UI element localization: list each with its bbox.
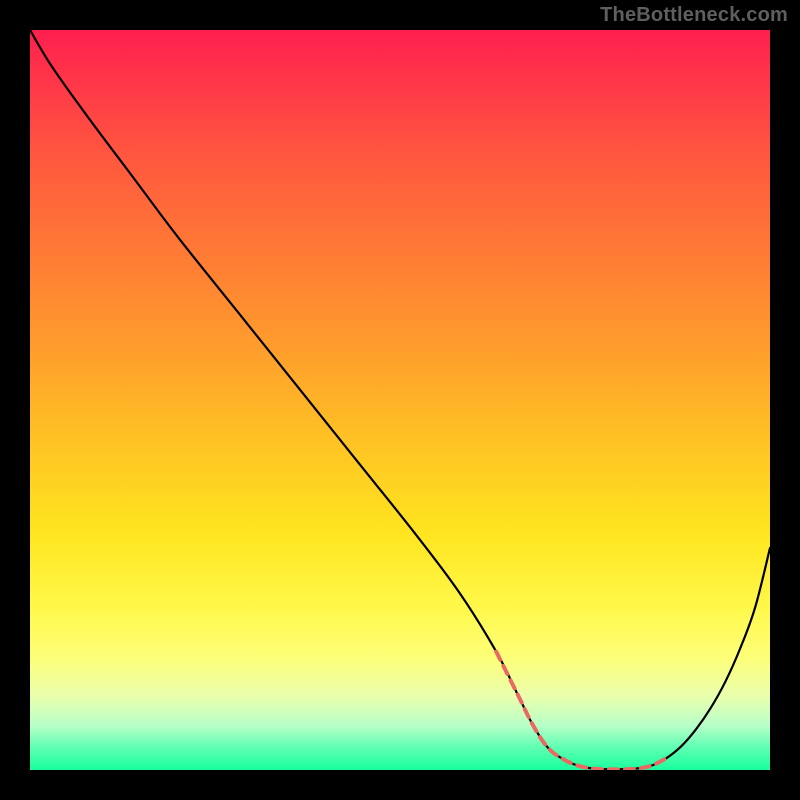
curve-layer bbox=[30, 30, 770, 770]
plot-area bbox=[30, 30, 770, 770]
bottleneck-curve bbox=[30, 30, 770, 769]
watermark-text: TheBottleneck.com bbox=[600, 4, 788, 27]
chart-frame: TheBottleneck.com bbox=[0, 0, 800, 800]
optimal-zone-dashes bbox=[496, 652, 666, 770]
optimal-zone-dash-path bbox=[496, 652, 666, 770]
